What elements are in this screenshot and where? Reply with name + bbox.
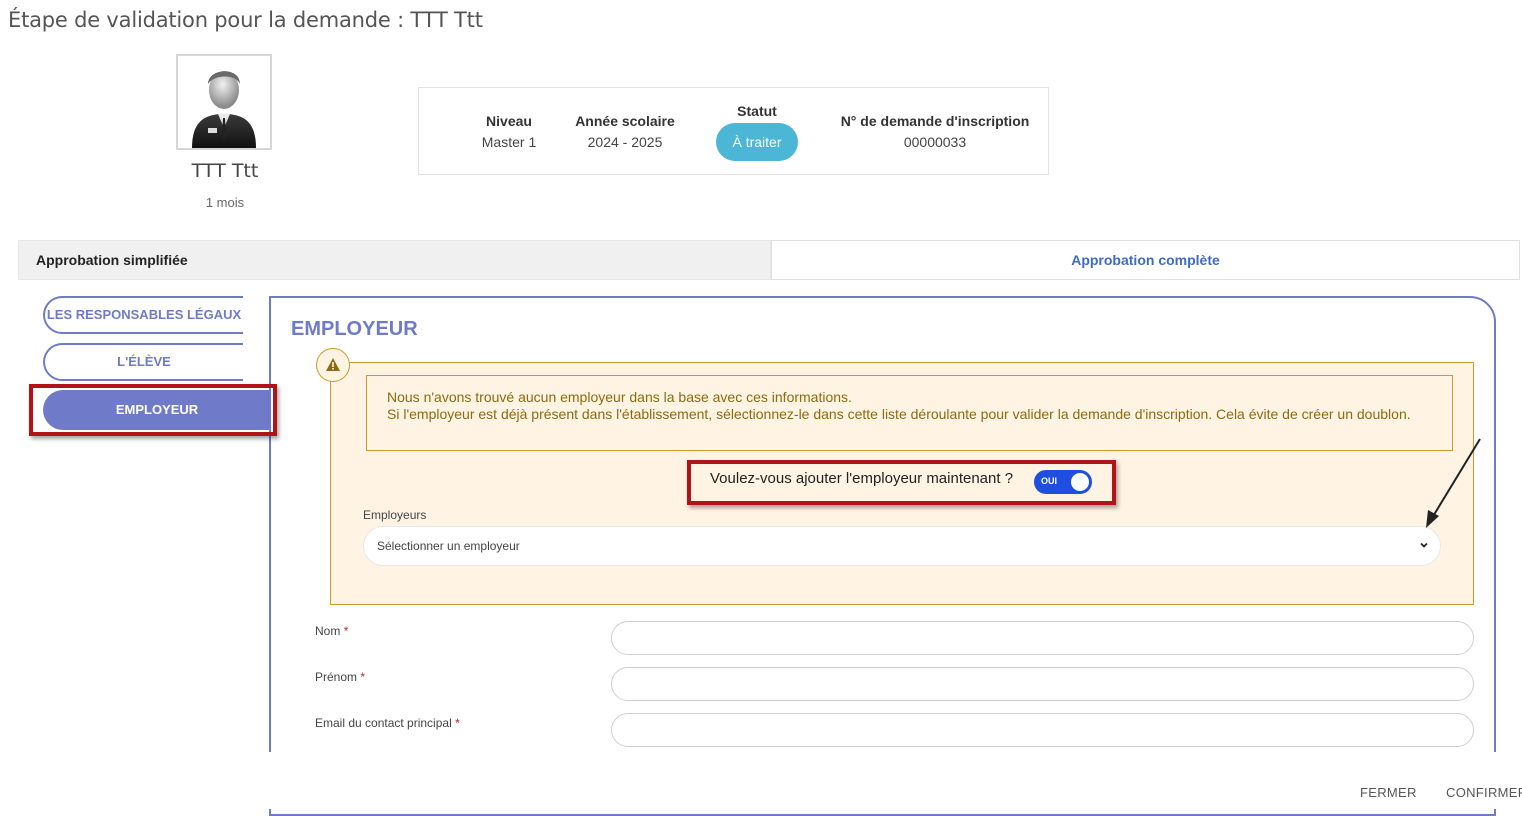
tab-simplified-approval[interactable]: Approbation simplifiée <box>18 240 771 280</box>
status-label: Statut <box>737 103 777 119</box>
year-value: 2024 - 2025 <box>587 134 663 150</box>
employer-select[interactable]: Sélectionner un employeur <box>363 526 1441 566</box>
required-marker: * <box>343 624 349 638</box>
last-name-label-text: Nom <box>315 624 341 638</box>
close-button[interactable]: FERMER <box>1360 785 1417 800</box>
request-number-label: N° de demande d'inscription <box>840 113 1030 129</box>
warning-icon <box>316 348 350 382</box>
chevron-down-icon <box>1420 542 1428 548</box>
dialog-footer <box>0 752 1522 809</box>
pointer-arrow-icon <box>1426 438 1481 528</box>
level-label: Niveau <box>486 113 532 129</box>
employer-tab-highlight <box>29 384 277 436</box>
last-name-label: Nom * <box>315 624 348 638</box>
first-name-input[interactable] <box>611 667 1474 701</box>
email-label-text: Email du contact principal <box>315 716 452 730</box>
first-name-label-text: Prénom <box>315 670 358 684</box>
year-label: Année scolaire <box>575 113 675 129</box>
warning-message-line2: Si l'employeur est déjà présent dans l'é… <box>387 406 1411 422</box>
level-column: Niveau Master 1 <box>469 113 549 150</box>
sidebar-item-legal-guardians[interactable]: LES RESPONSABLES LÉGAUX <box>43 296 243 334</box>
student-age: 1 mois <box>205 195 245 210</box>
warning-message: Nous n'avons trouvé aucun employeur dans… <box>366 375 1453 451</box>
page-title: Étape de validation pour la demande : TT… <box>8 8 483 32</box>
required-marker: * <box>360 670 366 684</box>
status-badge: À traiter <box>716 123 798 161</box>
first-name-label: Prénom * <box>315 670 365 684</box>
employers-label: Employeurs <box>363 508 427 522</box>
approval-tabs: Approbation simplifiée Approbation compl… <box>18 240 1520 280</box>
email-label: Email du contact principal * <box>315 716 460 730</box>
request-number-column: N° de demande d'inscription 00000033 <box>829 113 1041 150</box>
warning-message-line1: Nous n'avons trouvé aucun employeur dans… <box>387 389 852 405</box>
student-name: TTT Ttt <box>191 160 259 182</box>
last-name-input[interactable] <box>611 621 1474 655</box>
toggle-label: OUI <box>1041 476 1058 486</box>
employer-select-placeholder: Sélectionner un employeur <box>377 539 520 553</box>
level-value: Master 1 <box>481 134 537 150</box>
request-number-value: 00000033 <box>903 134 967 150</box>
status-column: Statut À traiter <box>699 103 815 161</box>
add-employer-question: Voulez-vous ajouter l'employeur maintena… <box>710 470 1014 487</box>
toggle-knob <box>1071 473 1089 491</box>
confirm-button[interactable]: CONFIRMER <box>1446 785 1522 800</box>
request-info-card: Niveau Master 1 Année scolaire 2024 - 20… <box>418 87 1049 175</box>
email-input[interactable] <box>611 713 1474 747</box>
year-column: Année scolaire 2024 - 2025 <box>565 113 685 150</box>
person-avatar-icon <box>192 71 256 148</box>
required-marker: * <box>455 716 460 730</box>
section-title: EMPLOYEUR <box>291 318 418 340</box>
sidebar-item-student[interactable]: L'ÉLÈVE <box>43 343 243 381</box>
tab-complete-approval[interactable]: Approbation complète <box>771 240 1520 280</box>
avatar <box>176 54 272 150</box>
add-employer-toggle[interactable]: OUI <box>1034 470 1092 494</box>
